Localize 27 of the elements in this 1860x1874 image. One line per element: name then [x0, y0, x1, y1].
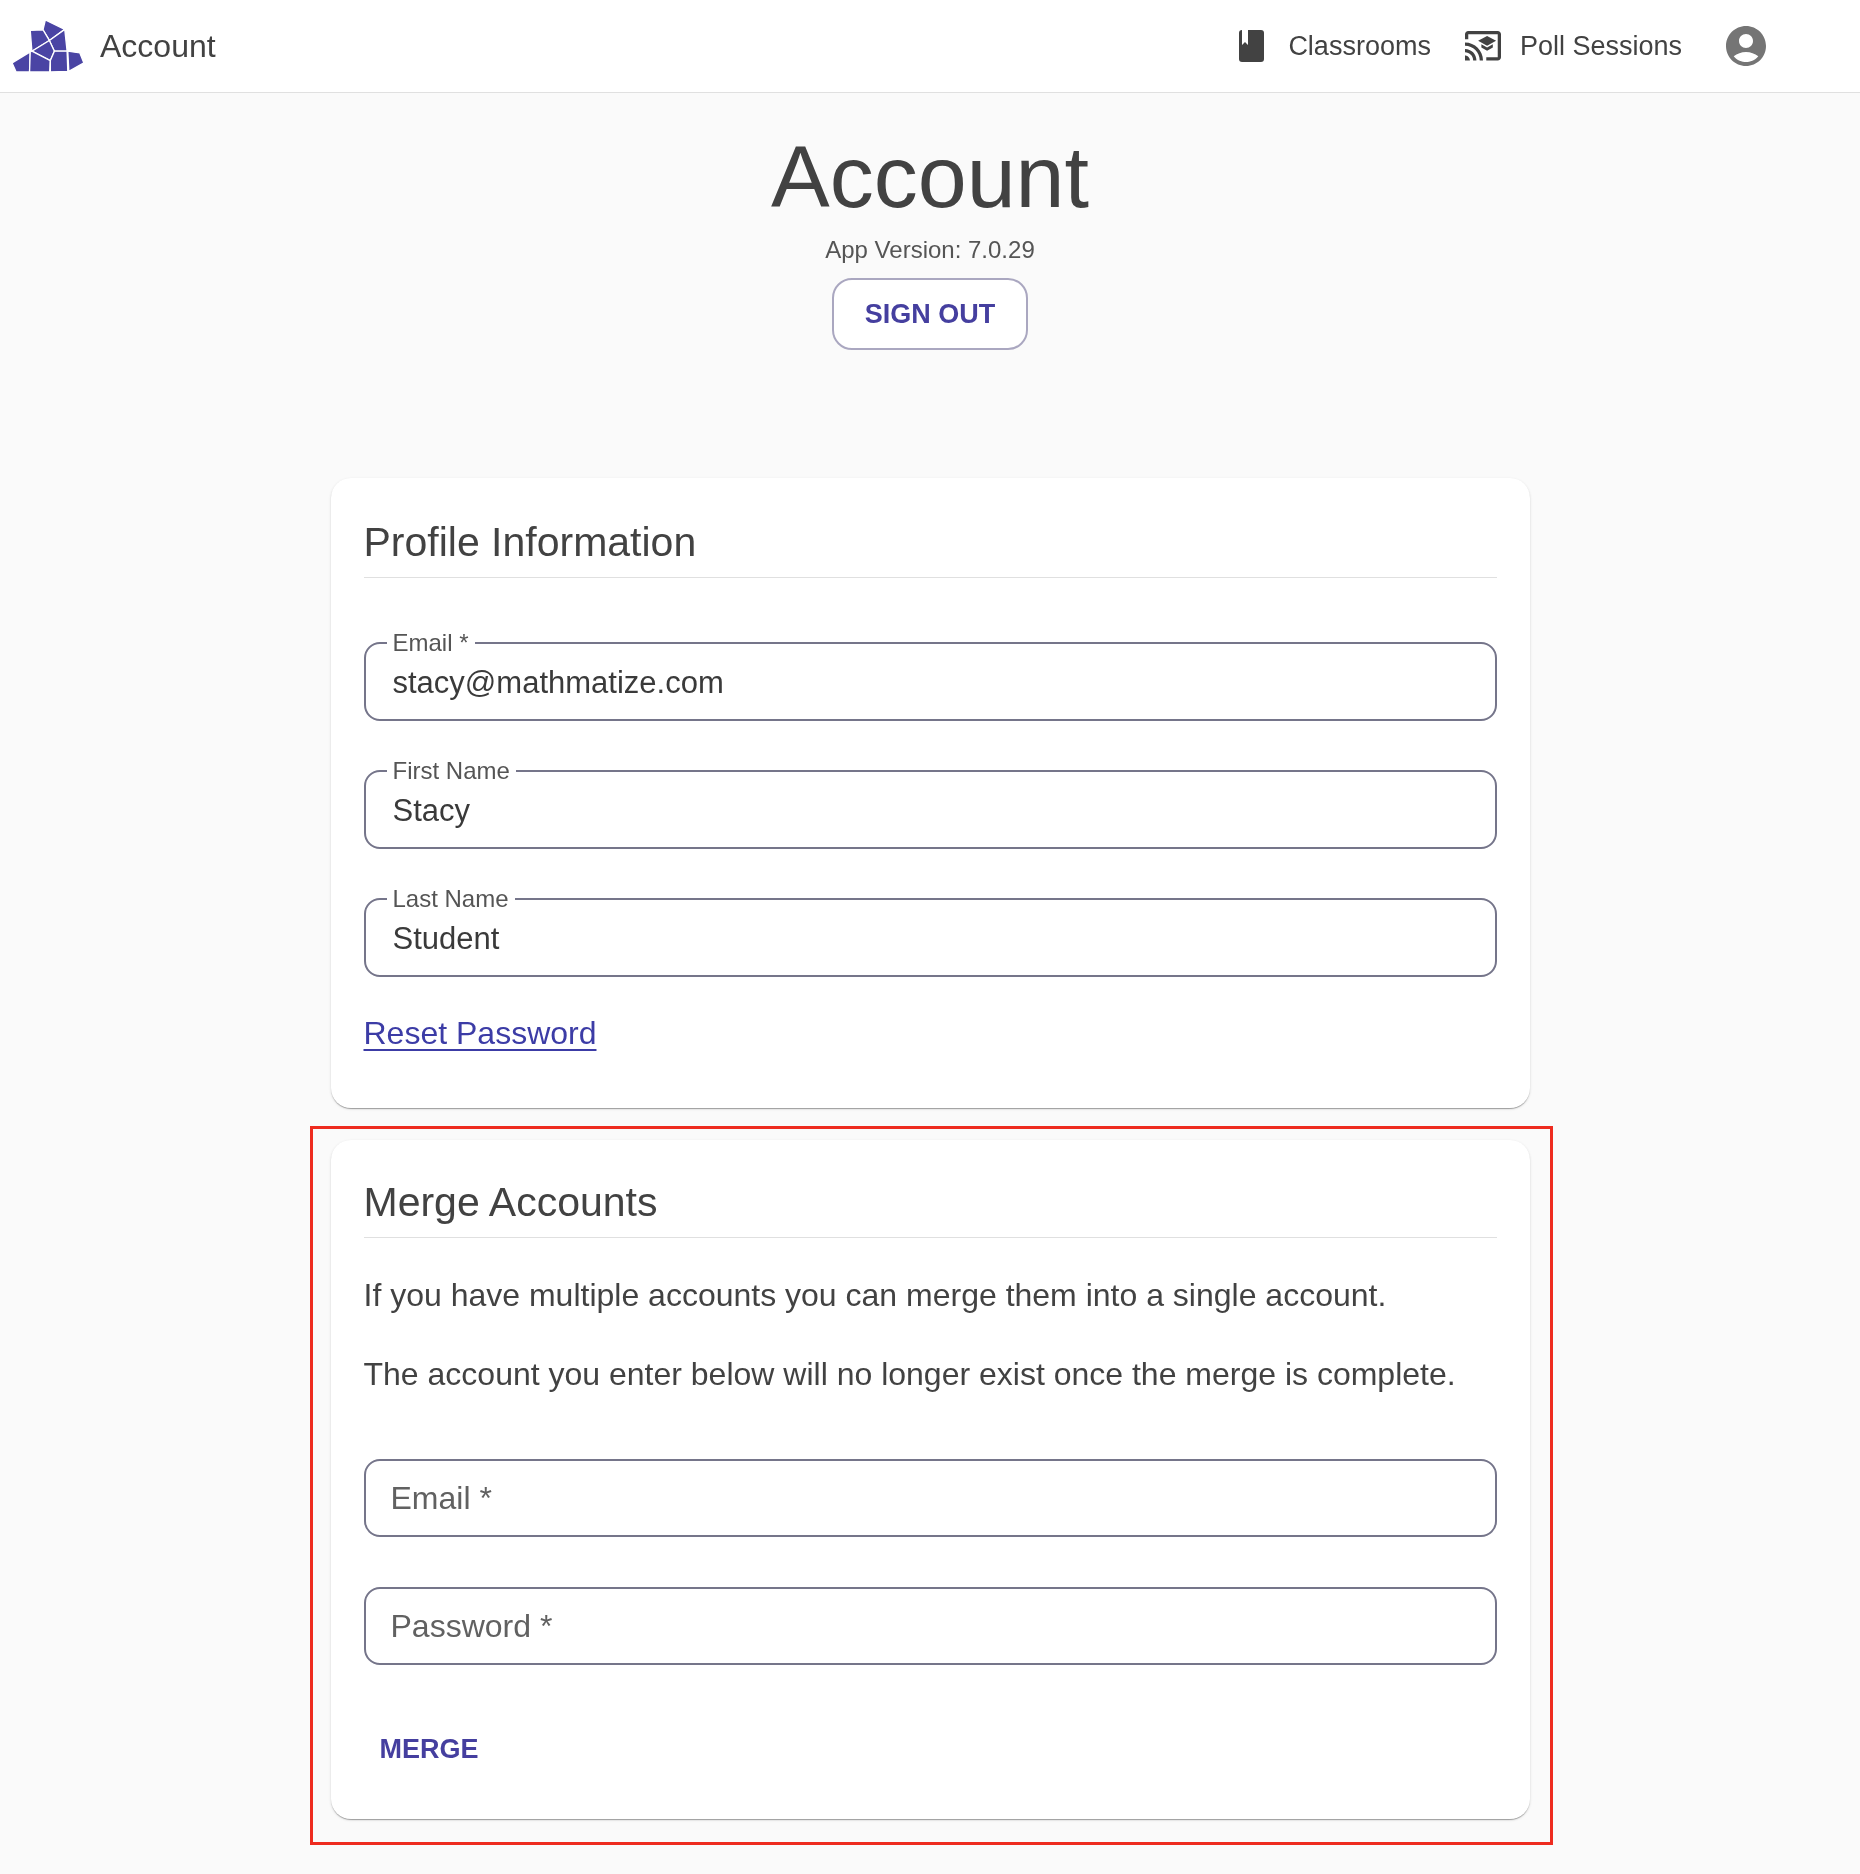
description-text: The account you enter below will no longer exist once the merge is complete. [363, 1356, 1457, 1392]
sign-out-button[interactable]: SIGN OUT [832, 278, 1028, 350]
card-title: Merge Accounts [363, 1182, 659, 1223]
user-avatar-icon[interactable] [1726, 26, 1766, 66]
field-value-input[interactable]: Stacy [386, 793, 1474, 829]
text-field[interactable]: Last Name Student [363, 887, 1497, 977]
classrooms-nav-link[interactable]: Classrooms [1239, 30, 1431, 62]
page-title: Account [771, 133, 1089, 221]
card-title: Profile Information [363, 522, 698, 563]
email-input-field[interactable]: Email * [363, 1459, 1497, 1537]
logo-icon [12, 20, 84, 72]
poll-sessions-nav-link[interactable]: Poll Sessions [1464, 31, 1682, 61]
cast-classroom-icon [1464, 31, 1501, 61]
field-value-input[interactable]: Student [386, 921, 1474, 957]
reset-password-link[interactable]: Reset Password [363, 1015, 597, 1051]
header-title: Account [100, 30, 216, 62]
description-text: If you have multiple accounts you can merge them into a single account. [363, 1277, 1388, 1313]
field-value-input[interactable]: stacy@mathmatize.com [386, 665, 1474, 701]
field-label: First Name [391, 759, 511, 783]
field-label: Last Name [391, 887, 510, 911]
text-field[interactable]: First Name Stacy [363, 759, 1497, 849]
password-input-field[interactable]: Password * [363, 1587, 1497, 1665]
field-label: Email * [391, 631, 470, 655]
text-field[interactable]: Email * stacy@mathmatize.com [363, 631, 1497, 721]
book-icon [1239, 30, 1265, 62]
app-version-text: App Version: 7.0.29 [825, 238, 1035, 262]
merge-button[interactable]: MERGE [363, 1724, 495, 1775]
